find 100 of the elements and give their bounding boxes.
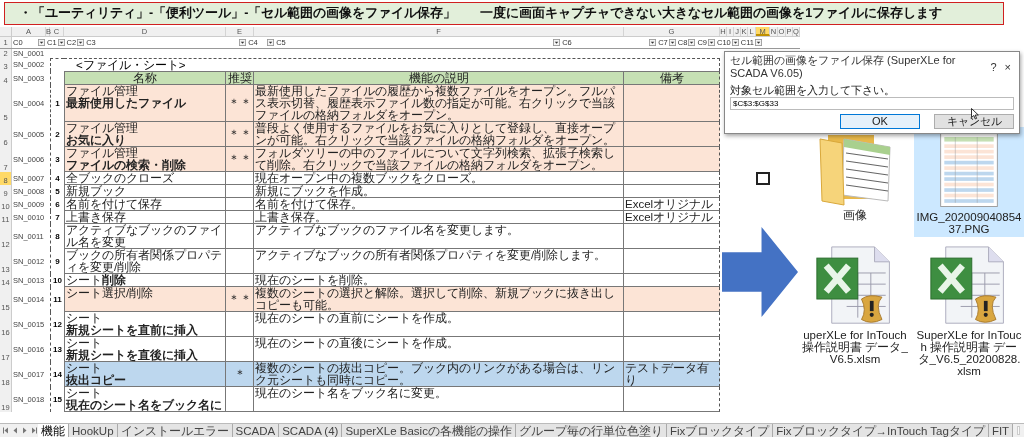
file-item[interactable]: IMG_20200904085437.PNG (914, 127, 1024, 237)
item-number: 11 (53, 295, 62, 304)
filter-dropdown-button[interactable] (649, 39, 657, 46)
column-heading: 機能の説明 (254, 71, 624, 85)
close-button[interactable]: × (1001, 60, 1014, 74)
function-name: 新規ブック (66, 185, 127, 197)
function-name: 上書き保存 (66, 211, 126, 223)
filter-dropdown-button[interactable] (267, 39, 275, 46)
filter-dropdown-button[interactable] (731, 39, 739, 46)
item-number: 14 (53, 370, 62, 379)
item-number: 8 (55, 232, 60, 241)
file-item[interactable]: 画像 (800, 127, 910, 237)
banner-text: 一度に画面キャプチャできない大きなセル範囲の画像を1ファイルに保存します (480, 6, 943, 21)
banner-text: ・「ユーティリティ」-「便利ツール」-「セル範囲の画像をファイル保存」 (19, 6, 457, 21)
item-number: 10 (53, 276, 62, 285)
table-title: <ファイル・シート> (76, 59, 186, 71)
filter-dropdown-button[interactable] (57, 39, 65, 46)
function-name: 名前を付けて保存 (66, 198, 163, 210)
sheet-tab[interactable]: Fixブロックタイプ→InTouch Tagタイプ (773, 424, 989, 437)
recommend-mark: ＊＊ (227, 97, 252, 109)
function-name: アクティブなブックのファイル名を変更 (66, 224, 223, 248)
note-text: Excelオリジナル (625, 198, 714, 210)
function-description: 最新使用したファイルの履歴から複数ファイルをオープン。フルパス表示切替、履歴表示ファイル数の指定が可能。右クリックで当該ファイルの格納フォルダをオープン。 (255, 85, 615, 121)
sheet-tab[interactable]: 機能 (38, 424, 69, 437)
horizontal-scrollbar[interactable] (1017, 426, 1020, 435)
filter-dropdown-button[interactable] (239, 39, 247, 46)
category-text: ファイル管理 (66, 85, 139, 97)
item-number: 4 (55, 174, 60, 183)
category-text: シート (66, 337, 103, 349)
function-description: 普段よく使用するファイルをお気に入りとして登録し、直接オープンが可能。右クリックで当該ファイルの格納フォルダをオープン。 (255, 122, 615, 146)
recommend-mark: ＊＊ (227, 128, 252, 140)
function-description: 現在のシートの直後にシートを作成。 (255, 337, 459, 349)
right-arrow-icon (722, 227, 798, 317)
function-description: 複数のシートの選択と解除。選択して削除、新規ブックに抜き出しコピーも可能。 (255, 287, 615, 311)
dialog-button[interactable]: OK (840, 114, 920, 129)
column-heading: 備考 (624, 71, 720, 85)
item-number: 2 (55, 130, 60, 139)
item-number: 12 (53, 320, 62, 329)
help-button[interactable]: ? (987, 60, 1000, 74)
file-item[interactable]: SuperXLe for InTouch 操作説明書 データ_V6.5_20200828.xlsm (914, 243, 1024, 379)
item-number: 7 (55, 213, 60, 222)
dialog-button[interactable]: キャンセル (934, 114, 1014, 129)
range-input-field[interactable]: $C$3:$G$33 (730, 97, 1014, 110)
dialog-title: セル範囲の画像をファイル保存 (SuperXLe for SCADA V6.05) (730, 54, 957, 80)
dialog-prompt: 対象セル範囲を入力して下さい。 (730, 84, 896, 96)
filter-dropdown-button[interactable] (754, 39, 762, 46)
function-name: お気に入り (66, 134, 126, 146)
item-number: 13 (53, 345, 62, 354)
category-text: シート (66, 387, 103, 399)
sheet-tab[interactable]: FIT (988, 424, 1014, 437)
category-text: シート (66, 362, 103, 374)
column-heading: 名称 (64, 71, 226, 85)
function-description: 現在のシート名をブック名に変更。 (255, 387, 447, 399)
function-description: 名前を付けて保存。 (255, 198, 363, 210)
function-description: 現在オープン中の複数ブックをクローズ。 (255, 172, 483, 184)
note-text: テストデータ有り (625, 362, 710, 386)
category-text: ファイル管理 (66, 122, 139, 134)
function-name: 抜出コピー (66, 374, 127, 386)
function-name: ファイルの検索・削除 (66, 159, 187, 171)
filter-dropdown-button[interactable] (38, 39, 45, 46)
filter-dropdown-button[interactable] (77, 39, 85, 46)
filter-dropdown-button[interactable] (553, 39, 561, 46)
item-number: 5 (55, 187, 60, 196)
filter-dropdown-button[interactable] (668, 39, 676, 46)
recommend-mark: ＊＊ (227, 293, 252, 305)
function-description: アクティブなブックのファイル名を変更します。 (255, 224, 519, 236)
filter-dropdown-button[interactable] (688, 39, 696, 46)
function-description: 複数のシートの抜出コピー。ブック内のリンクがある場合は、リンク元シートも同時にコピー。 (255, 362, 615, 386)
category-text: ファイル管理 (66, 147, 138, 159)
filter-dropdown-button[interactable] (707, 39, 715, 46)
function-name: シート削除 (66, 274, 127, 286)
file-name: 画像 (843, 209, 867, 221)
file-name: uperXLe for InTouch 操作説明書 データ_V6.5.xlsm (802, 329, 908, 365)
item-number: 3 (55, 155, 60, 164)
function-name: シート選択/削除 (66, 287, 155, 299)
sheet-tab[interactable]: SCADA (232, 424, 280, 437)
sheet-tab[interactable]: Fixブロックタイプ (666, 424, 774, 437)
sheet-tab[interactable]: SCADA (4) (279, 424, 343, 437)
sheet-tab[interactable]: インストールエラー (117, 424, 233, 437)
file-name: SuperXLe for InTouch 操作説明書 データ_V6.5_20200828.xlsm (916, 329, 1022, 377)
function-description: フォルダツリーの中のファイルについて文字列検索、拡張子検索して削除。右クリックで当該ファイルの格納フォルダをオープン。 (255, 147, 615, 171)
item-number: 1 (55, 99, 60, 108)
function-name: 最新使用したファイル (66, 97, 187, 109)
sheet-scroll-button[interactable] (29, 426, 38, 435)
sheet-scroll-button[interactable] (2, 426, 11, 435)
sheet-tab[interactable]: SuperXLe Basicの各機能の操作 (342, 424, 516, 437)
sheet-tab[interactable]: HookUp (69, 424, 118, 437)
column-heading: 推奨 (226, 71, 254, 85)
note-text: Excelオリジナル (625, 211, 714, 223)
file-name: IMG_20200904085437.PNG (916, 211, 1022, 235)
function-name: ブックの所有者関係プロパティを変更/削除 (66, 249, 223, 273)
function-name: 全ブックのクローズ (66, 172, 175, 184)
function-name: 新規シートを直後に挿入 (66, 349, 199, 361)
function-name: 新規シートを直前に挿入 (66, 324, 199, 336)
item-number: 15 (53, 395, 62, 404)
cell-cursor (756, 172, 770, 185)
recommend-mark: ＊ (233, 368, 246, 380)
sheet-tab[interactable]: グループ毎の行単位色塗り (515, 424, 667, 437)
file-item[interactable]: uperXLe for InTouch 操作説明書 データ_V6.5.xlsm (800, 243, 910, 379)
item-number: 9 (55, 257, 60, 266)
